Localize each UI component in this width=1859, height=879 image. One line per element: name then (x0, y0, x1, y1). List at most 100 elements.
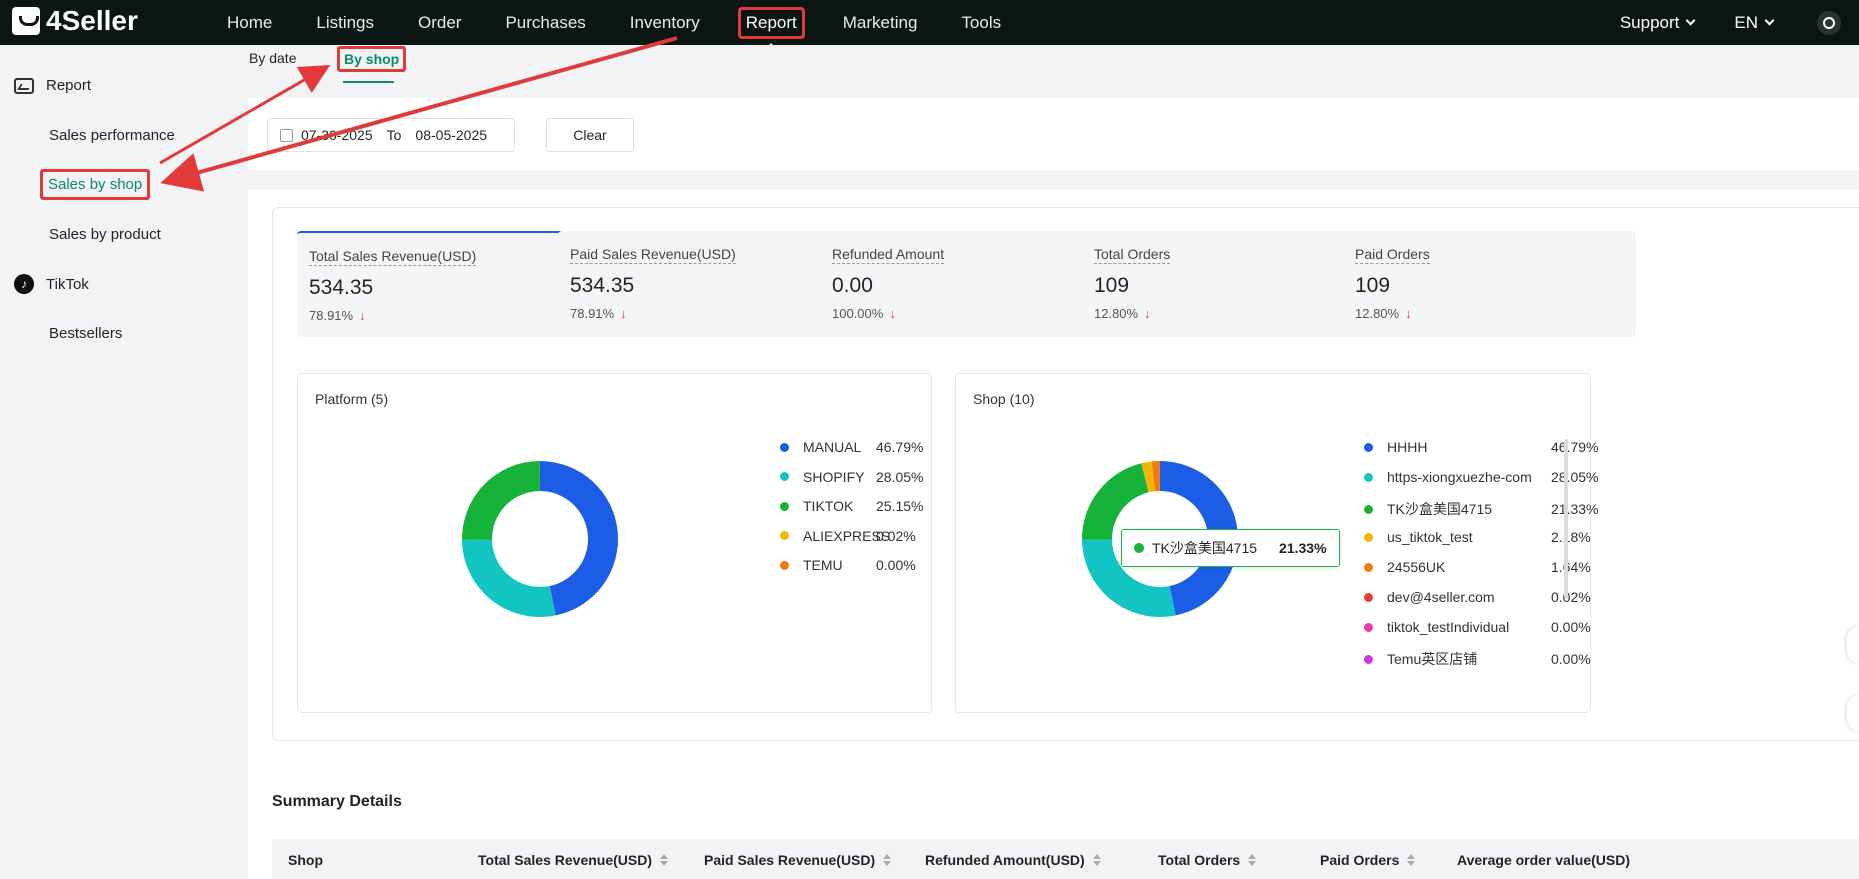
top-nav-bar: 4Seller Home Listings Order Purchases In… (0, 0, 1859, 48)
legend-item[interactable]: dev@4seller.com 0.02% (1364, 589, 1591, 605)
legend-dot (780, 560, 789, 570)
nav-inventory[interactable]: Inventory (624, 9, 706, 37)
legend-item[interactable]: us_tiktok_test 2.18% (1364, 529, 1591, 545)
arrow-down-icon: ↓ (359, 308, 366, 323)
legend-name: MANUAL (803, 439, 862, 455)
sort-icon[interactable] (1092, 854, 1101, 866)
nav-report[interactable]: Report (737, 6, 805, 48)
column-shop[interactable]: Shop (288, 852, 323, 868)
kpi-paid-sales-revenue[interactable]: Paid Sales Revenue(USD) 534.35 78.91% ↓ (558, 231, 851, 337)
legend-dot (1364, 472, 1373, 482)
column-label: Shop (288, 852, 323, 868)
legend-name: us_tiktok_test (1387, 529, 1473, 545)
legend-item[interactable]: HHHH 46.79% (1364, 439, 1598, 455)
floating-help-widget[interactable] (1847, 695, 1859, 731)
legend-name: https-xiongxuezhe-com (1387, 469, 1532, 485)
end-date: 08-05-2025 (415, 127, 488, 143)
kpi-label: Paid Sales Revenue(USD) (570, 246, 736, 264)
legend-dot (780, 442, 789, 452)
bag-logo-icon (12, 7, 40, 35)
kpi-change: 12.80% ↓ (1355, 306, 1624, 321)
column-total-sales-revenue[interactable]: Total Sales Revenue(USD) (478, 852, 669, 868)
legend-item[interactable]: TEMU 0.00% (780, 557, 920, 573)
nav-right: Support EN (1580, 0, 1841, 45)
date-range-picker[interactable]: 07-30-2025 To 08-05-2025 (267, 118, 515, 152)
clear-button[interactable]: Clear (546, 118, 634, 152)
chart-icon (14, 77, 34, 94)
column-refunded-amount[interactable]: Refunded Amount(USD) (925, 852, 1101, 868)
sort-icon[interactable] (1248, 854, 1257, 866)
legend-dot (1364, 592, 1373, 602)
kpi-total-sales-revenue[interactable]: Total Sales Revenue(USD) 534.35 78.91% ↓ (297, 231, 590, 337)
legend-pct: 0.00% (876, 557, 916, 573)
column-total-orders[interactable]: Total Orders (1158, 852, 1257, 868)
column-average-order-value[interactable]: Average order value(USD) (1457, 852, 1630, 868)
sidebar-group-report[interactable]: Report (14, 77, 91, 94)
tooltip-name: TK沙盒美国4715 (1152, 540, 1258, 556)
kpi-total-orders[interactable]: Total Orders 109 12.80% ↓ (1082, 231, 1375, 337)
sidebar: Report Sales performance Sales by shop S… (0, 45, 248, 879)
legend-item[interactable]: TK沙盒美国4715 21.33% (1364, 499, 1598, 519)
summary-title: Summary Details (272, 793, 402, 810)
platform-chart-card: Platform (5) MANUAL 46.79% SHOPIFY 28.05% TI… (297, 373, 932, 713)
tab-by-shop[interactable]: By shop (337, 46, 407, 72)
kpi-value: 534.35 (570, 274, 635, 297)
platform-legend: MANUAL 46.79% SHOPIFY 28.05% TIKTOK 25.15% ALI… (780, 439, 923, 573)
platform-donut-chart[interactable] (440, 439, 640, 639)
legend-item[interactable]: SHOPIFY 28.05% (780, 469, 923, 485)
legend-item[interactable]: https-xiongxuezhe-com 28.05% (1364, 469, 1598, 485)
kpi-paid-orders[interactable]: Paid Orders 109 12.80% ↓ (1343, 231, 1636, 337)
nav-marketing[interactable]: Marketing (837, 9, 924, 37)
sidebar-item-sales-performance[interactable]: Sales performance (49, 127, 175, 144)
kpi-refunded-amount[interactable]: Refunded Amount 0.00 100.00% ↓ (820, 231, 1113, 337)
chevron-down-icon (1764, 15, 1775, 26)
nav-tools[interactable]: Tools (955, 9, 1007, 37)
settings-gear-icon[interactable] (1817, 10, 1841, 35)
legend-name: Temu英区店铺 (1387, 651, 1478, 667)
tab-by-date[interactable]: By date (249, 50, 296, 66)
sidebar-item-sales-by-shop[interactable]: Sales by shop (40, 169, 151, 200)
legend-pct: 0.00% (1551, 651, 1591, 667)
sort-icon[interactable] (883, 854, 892, 866)
legend-item[interactable]: Temu英区店铺 0.00% (1364, 649, 1591, 669)
legend-item[interactable]: TIKTOK 25.15% (780, 498, 923, 514)
sidebar-group-tiktok[interactable]: ♪ TikTok (14, 274, 89, 294)
nav-home[interactable]: Home (221, 9, 278, 37)
sidebar-item-sales-by-product[interactable]: Sales by product (49, 226, 161, 243)
sort-icon[interactable] (660, 854, 669, 866)
legend-dot (780, 472, 789, 481)
legend-name: HHHH (1387, 439, 1428, 455)
language-menu[interactable]: EN (1734, 13, 1775, 33)
nav-listings[interactable]: Listings (310, 9, 380, 37)
nav-purchases[interactable]: Purchases (499, 9, 591, 37)
legend-item[interactable]: 24556UK 1.64% (1364, 559, 1591, 575)
kpi-value: 109 (1355, 274, 1391, 297)
kpi-change-pct: 78.91% (309, 308, 354, 323)
column-label: Average order value(USD) (1457, 852, 1630, 868)
floating-chat-widget[interactable] (1847, 627, 1859, 663)
legend-item[interactable]: tiktok_testIndividual 0.00% (1364, 619, 1591, 635)
support-menu[interactable]: Support (1620, 13, 1696, 33)
kpi-change: 100.00% ↓ (832, 306, 1101, 321)
brand-logo[interactable]: 4Seller (12, 5, 138, 37)
tooltip-pct: 21.33% (1279, 540, 1327, 556)
sidebar-item-bestsellers[interactable]: Bestsellers (49, 325, 122, 342)
arrow-down-icon: ↓ (1405, 306, 1412, 321)
legend-item[interactable]: ALIEXPRESS 0.02% (780, 528, 920, 544)
donut-slice-2[interactable] (462, 461, 540, 540)
legend-name: TEMU (803, 557, 843, 573)
column-paid-sales-revenue[interactable]: Paid Sales Revenue(USD) (704, 852, 892, 868)
report-subtabs: By date By shop (248, 45, 1859, 95)
donut-slice-1[interactable] (462, 539, 556, 617)
sort-icon[interactable] (1407, 854, 1416, 866)
legend-item[interactable]: MANUAL 46.79% (780, 439, 923, 455)
kpi-change: 78.91% ↓ (570, 306, 839, 321)
legend-scrollbar[interactable] (1564, 439, 1568, 599)
legend-pct: 0.02% (1551, 589, 1591, 605)
kpi-change-pct: 12.80% (1355, 306, 1400, 321)
shop-chart-tooltip: TK沙盒美国4715 21.33% (1121, 529, 1340, 567)
donut-slice-0[interactable] (540, 461, 618, 616)
nav-order[interactable]: Order (412, 9, 467, 37)
column-paid-orders[interactable]: Paid Orders (1320, 852, 1416, 868)
kpi-value: 534.35 (309, 276, 374, 299)
